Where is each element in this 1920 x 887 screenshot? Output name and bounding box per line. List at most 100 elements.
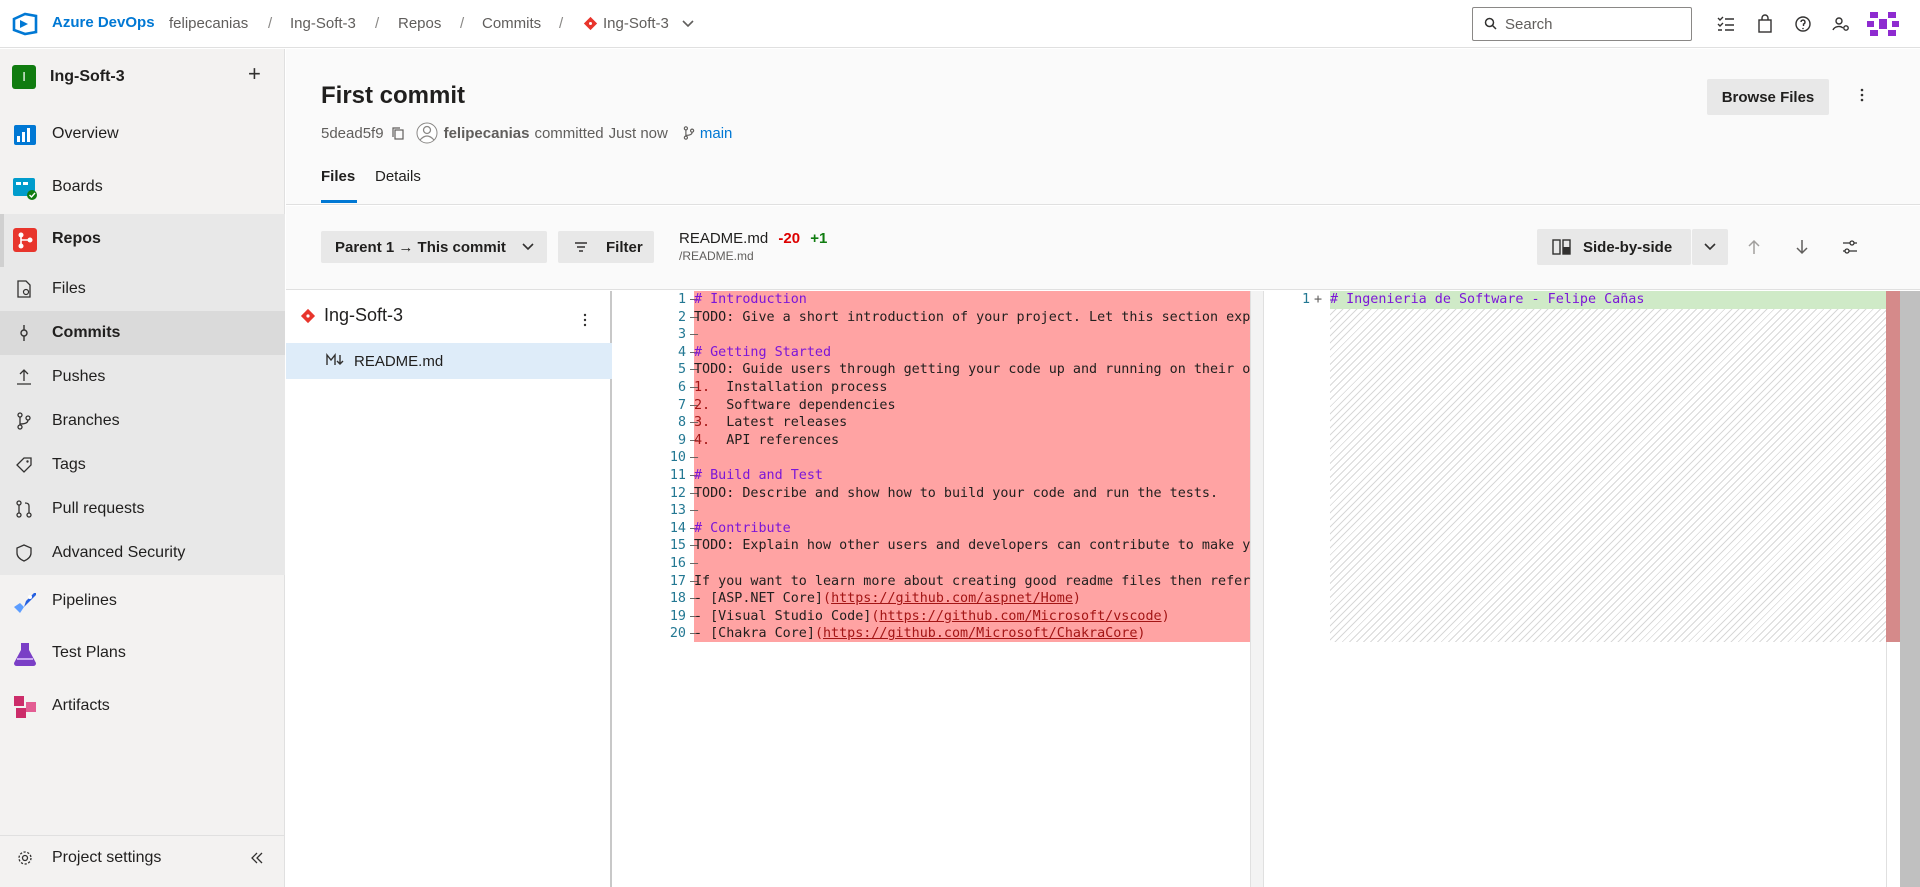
- sidebar-item-pull-requests[interactable]: Pull requests: [0, 487, 285, 531]
- deleted-code-line: [694, 449, 1250, 467]
- help-icon[interactable]: [1792, 13, 1814, 35]
- more-options-icon[interactable]: [1854, 87, 1870, 103]
- sidebar-item-test-plans[interactable]: Test Plans: [0, 631, 285, 675]
- deleted-code-line: [694, 326, 1250, 344]
- overview-icon: [14, 125, 36, 145]
- filter-icon: [575, 242, 587, 252]
- previous-change-icon[interactable]: [1747, 239, 1761, 255]
- line-number: 15: [669, 538, 686, 554]
- search-icon: [1484, 17, 1497, 30]
- parent-selector-button[interactable]: Parent 1 → This commit: [321, 231, 547, 263]
- branch-icon: [17, 412, 31, 430]
- commit-action: committed: [534, 124, 604, 142]
- sidebar-item-label: Advanced Security: [52, 544, 186, 561]
- diff-splitter[interactable]: [1250, 291, 1264, 887]
- view-mode-label: Side-by-side: [1583, 238, 1673, 256]
- project-badge: I: [12, 65, 36, 89]
- pull-request-icon: [16, 500, 32, 518]
- branch-link[interactable]: main: [700, 125, 733, 142]
- copy-icon[interactable]: [391, 126, 404, 140]
- boards-icon: [13, 178, 37, 200]
- addition-marker: +: [1314, 292, 1323, 307]
- sidebar-item-artifacts[interactable]: Artifacts: [0, 684, 285, 728]
- tab-files[interactable]: Files: [321, 168, 355, 185]
- tree-repo-name: Ing-Soft-3: [324, 305, 404, 325]
- line-number: 9: [677, 432, 686, 448]
- project-settings-button[interactable]: Project settings: [0, 835, 285, 879]
- deleted-code-line: [694, 555, 1250, 573]
- diff-viewer[interactable]: 1— # Introduction 2— TODO: Give a short int…: [614, 291, 1920, 887]
- add-icon[interactable]: +: [248, 63, 261, 85]
- deletion-count: -20: [778, 230, 801, 247]
- filter-button[interactable]: Filter: [558, 231, 654, 263]
- breadcrumb-repo-selector[interactable]: Ing-Soft-3: [603, 15, 669, 32]
- brand-link[interactable]: Azure DevOps: [52, 14, 155, 31]
- chevron-down-icon[interactable]: [681, 19, 695, 29]
- sidebar-item-tags[interactable]: Tags: [0, 443, 285, 487]
- sidebar-item-repos[interactable]: Repos: [0, 217, 285, 261]
- task-list-icon[interactable]: [1715, 13, 1737, 35]
- sidebar-item-overview[interactable]: Overview: [0, 112, 285, 156]
- sidebar-item-pipelines[interactable]: Pipelines: [0, 579, 285, 623]
- repos-icon: [13, 228, 37, 252]
- breadcrumb-org[interactable]: felipecanias: [169, 15, 248, 32]
- breadcrumb-repos[interactable]: Repos: [398, 15, 441, 32]
- line-number: 17: [669, 573, 686, 589]
- deleted-code-line: # Introduction: [694, 292, 807, 307]
- gear-icon: [18, 851, 32, 865]
- deleted-code-line: TODO: Describe and show how to build you…: [694, 485, 1219, 501]
- deleted-code-line: - [ASP.NET Core](https://github.com/aspn…: [694, 591, 1081, 607]
- tag-icon: [16, 457, 32, 473]
- sidebar-item-advanced-security[interactable]: Advanced Security: [0, 531, 285, 575]
- deleted-code-line: [694, 502, 1250, 520]
- collapse-sidebar-icon[interactable]: [250, 851, 264, 865]
- line-number: 1: [677, 292, 686, 307]
- line-number: 4: [677, 344, 686, 360]
- deleted-code-line: # Build and Test: [694, 468, 823, 483]
- top-bar: Azure DevOps felipecanias / Ing-Soft-3 /…: [0, 0, 1920, 48]
- overview-deletion-mark: [1886, 291, 1900, 642]
- azure-devops-logo-icon[interactable]: [12, 12, 38, 36]
- browse-files-button[interactable]: Browse Files: [1707, 79, 1829, 115]
- diff-settings-icon[interactable]: [1842, 239, 1858, 255]
- line-number: 18: [669, 591, 686, 607]
- scrollbar[interactable]: [1900, 291, 1920, 887]
- view-mode-dropdown[interactable]: [1692, 229, 1728, 265]
- sidebar-item-label: Test Plans: [52, 644, 126, 661]
- search-input[interactable]: Search: [1472, 7, 1692, 41]
- file-icon: [17, 280, 31, 298]
- shopping-bag-icon[interactable]: [1754, 13, 1776, 35]
- tree-file-item[interactable]: README.md: [286, 343, 612, 379]
- next-change-icon[interactable]: [1795, 239, 1809, 255]
- author-name[interactable]: felipecanias: [444, 125, 530, 142]
- pipelines-icon: [14, 593, 36, 613]
- sidebar-item-branches[interactable]: Branches: [0, 399, 285, 443]
- sidebar-item-commits[interactable]: Commits: [0, 311, 285, 355]
- branch-icon: [683, 126, 695, 140]
- breadcrumb-project[interactable]: Ing-Soft-3: [290, 15, 356, 32]
- more-options-icon[interactable]: [583, 313, 587, 327]
- line-number: 8: [677, 415, 686, 431]
- deleted-code-line: 1. Installation process: [694, 380, 888, 395]
- sidebar-item-boards[interactable]: Boards: [0, 165, 285, 209]
- user-avatar[interactable]: [1866, 8, 1900, 40]
- deleted-code-line: # Getting Started: [694, 344, 832, 360]
- diff-toolbar: Parent 1 → This commit Filter README.md …: [286, 206, 1920, 290]
- sidebar-item-pushes[interactable]: Pushes: [0, 355, 285, 399]
- project-header[interactable]: I Ing-Soft-3: [12, 63, 125, 91]
- line-number: 19: [669, 608, 686, 624]
- markdown-icon: [326, 353, 344, 365]
- tree-repo-header: Ing-Soft-3: [300, 305, 403, 326]
- sidebar-item-label: Pushes: [52, 368, 106, 385]
- line-number: 5: [677, 362, 686, 378]
- chevron-down-icon: [1704, 243, 1716, 251]
- line-number: 20: [669, 626, 686, 642]
- tab-details[interactable]: Details: [375, 168, 421, 185]
- user-settings-icon[interactable]: [1830, 13, 1852, 35]
- project-name: Ing-Soft-3: [50, 68, 125, 85]
- view-mode-button[interactable]: Side-by-side: [1537, 229, 1691, 265]
- deleted-code-line: - [Chakra Core](https://github.com/Micro…: [694, 626, 1146, 642]
- breadcrumb-commits[interactable]: Commits: [482, 15, 541, 32]
- sidebar-item-label: Artifacts: [52, 697, 110, 714]
- sidebar-item-files[interactable]: Files: [0, 267, 285, 311]
